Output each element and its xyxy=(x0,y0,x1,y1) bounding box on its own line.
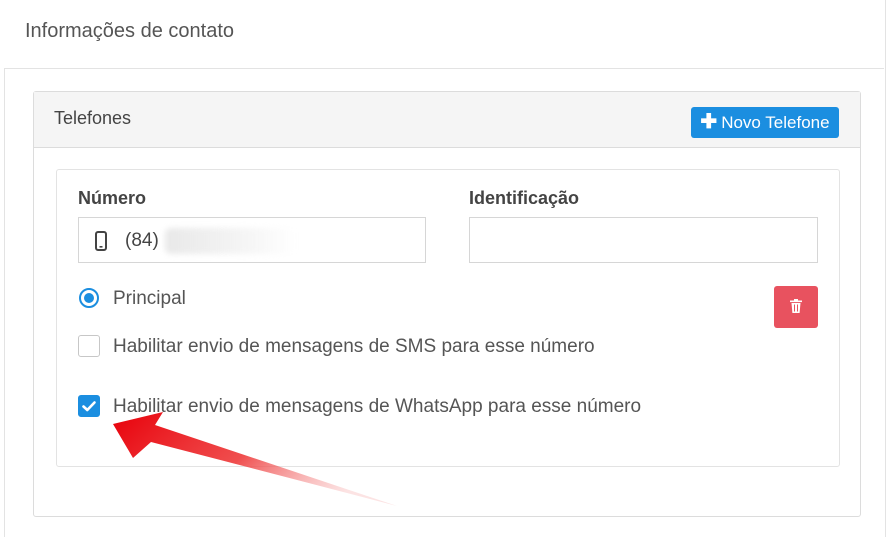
phones-panel-header: Telefones ✚ Novo Telefone xyxy=(34,92,860,148)
new-phone-button[interactable]: ✚ Novo Telefone xyxy=(691,107,839,138)
section-header: Informações de contato xyxy=(4,0,884,69)
number-field[interactable]: (84) xyxy=(78,217,426,263)
phones-title: Telefones xyxy=(54,108,132,128)
principal-radio[interactable] xyxy=(79,288,99,308)
redacted-number xyxy=(165,228,295,254)
sms-checkbox[interactable] xyxy=(78,335,100,357)
number-label: Número xyxy=(78,188,147,208)
number-value: (84) xyxy=(125,230,159,251)
identification-field[interactable] xyxy=(469,217,818,263)
section-title: Informações de contato xyxy=(25,20,235,42)
annotation-arrow xyxy=(113,412,397,506)
whatsapp-checkbox[interactable] xyxy=(78,395,100,417)
delete-phone-button[interactable] xyxy=(774,286,818,328)
sms-label: Habilitar envio de mensagens de SMS para… xyxy=(113,336,595,357)
mobile-phone-icon xyxy=(95,231,107,256)
plus-icon: ✚ xyxy=(700,110,718,133)
trash-icon xyxy=(790,298,802,316)
new-phone-button-label: Novo Telefone xyxy=(721,112,830,132)
principal-label: Principal xyxy=(113,288,186,309)
identification-label: Identificação xyxy=(469,188,580,208)
